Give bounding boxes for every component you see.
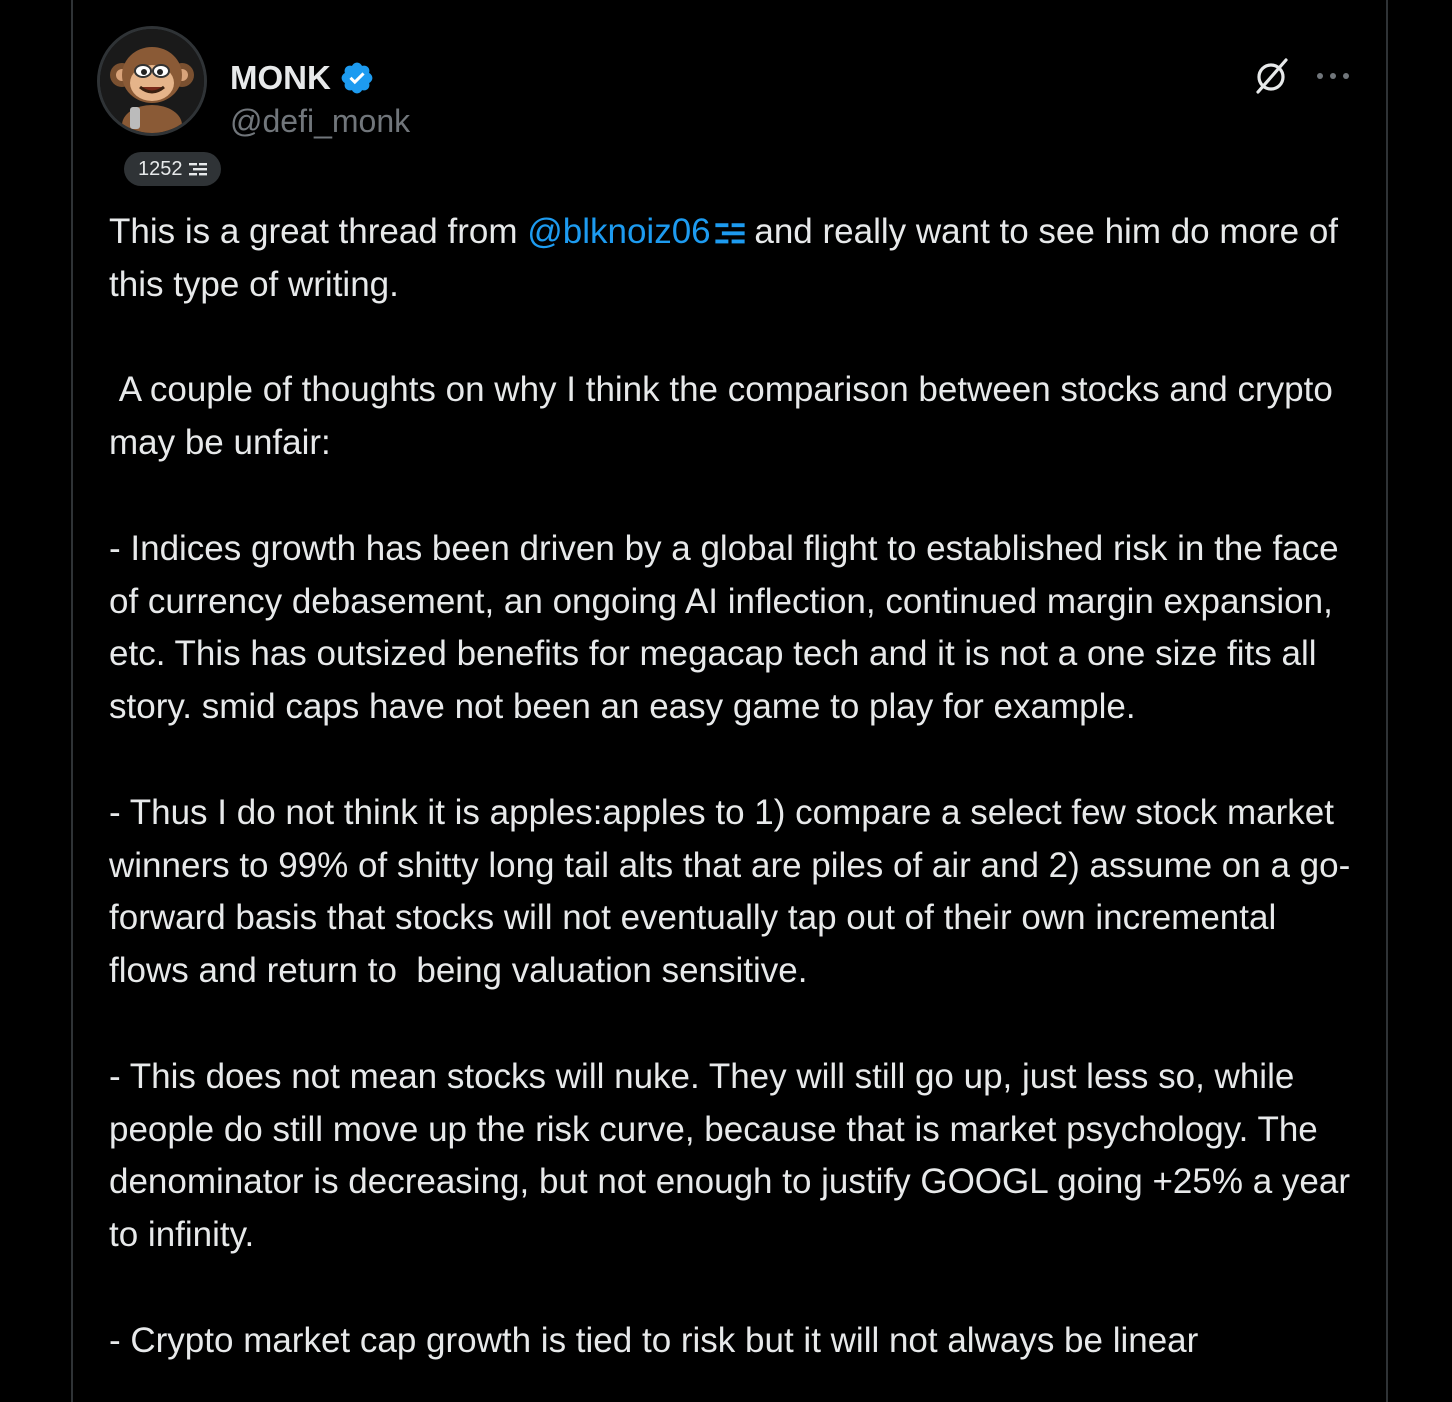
more-options-button[interactable] <box>1316 71 1350 81</box>
author-display-name[interactable]: MONK <box>230 56 331 100</box>
more-options-icon <box>1317 73 1349 79</box>
mention-handle[interactable]: @blknoiz06 <box>527 212 710 251</box>
author-avatar-container[interactable]: 1252 <box>97 26 221 186</box>
post-header-actions <box>1252 56 1350 96</box>
mention-stack-icon <box>715 223 745 244</box>
stack-icon <box>188 163 207 176</box>
mention-link[interactable]: @blknoiz06 <box>527 212 745 251</box>
verified-badge-icon[interactable] <box>339 60 375 96</box>
post-text-intro: This is a great thread from <box>109 212 528 251</box>
avatar[interactable] <box>97 26 207 136</box>
post-text: This is a great thread from @blknoiz06 a… <box>109 206 1359 1368</box>
post-column: 1252 MONK @defi_monk This is a great thr… <box>71 0 1388 1402</box>
grok-button[interactable] <box>1252 56 1292 96</box>
badge-count: 1252 <box>138 158 183 180</box>
author-handle[interactable]: @defi_monk <box>230 100 410 142</box>
monkey-avatar-icon <box>100 29 204 133</box>
grok-icon <box>1256 58 1288 94</box>
follower-count-badge: 1252 <box>124 152 221 186</box>
post-text-body: and really want to see him do more of th… <box>109 212 1351 1360</box>
author-name-row[interactable]: MONK <box>230 56 375 100</box>
